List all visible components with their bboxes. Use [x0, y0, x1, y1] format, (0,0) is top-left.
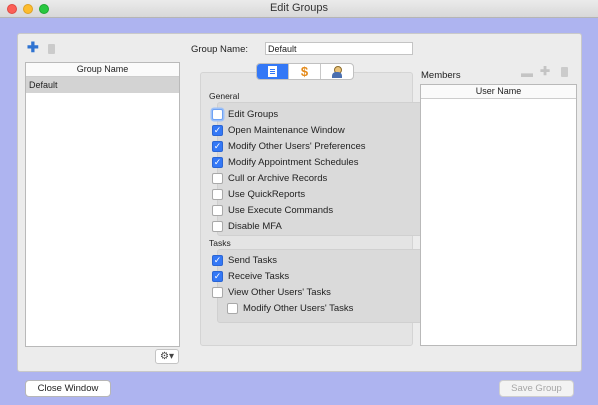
checkbox-label: Modify Appointment Schedules [228, 157, 359, 168]
checkbox-label: Cull or Archive Records [228, 173, 328, 184]
checkbox-cull-or-archive-records[interactable]: Cull or Archive Records [212, 173, 327, 184]
checkbox-modify-appointment-schedules[interactable]: ✓ Modify Appointment Schedules [212, 157, 358, 168]
checkbox-modify-other-users-tasks[interactable]: Modify Other Users' Tasks [227, 303, 353, 314]
group-name-label: Group Name: [191, 44, 249, 55]
checkbox-disable-mfa[interactable]: Disable MFA [212, 221, 282, 232]
close-window-button[interactable]: Close Window [25, 380, 111, 397]
checkmark-icon[interactable]: ✓ [212, 157, 223, 168]
user-name-column-header[interactable]: User Name [421, 85, 576, 99]
members-list[interactable]: User Name [420, 84, 577, 346]
checkbox-box[interactable] [212, 189, 223, 200]
checkbox-label: View Other Users' Tasks [228, 287, 331, 298]
checkbox-send-tasks[interactable]: ✓ Send Tasks [212, 255, 277, 266]
checkbox-box[interactable] [212, 205, 223, 216]
checkmark-icon[interactable]: ✓ [212, 271, 223, 282]
permission-tabs: $ [256, 63, 354, 80]
tab-users[interactable] [321, 64, 353, 79]
checkbox-box[interactable] [227, 303, 238, 314]
members-title: Members [421, 70, 461, 81]
gear-icon[interactable]: ⚙▾ [155, 349, 179, 364]
checkbox-label: Disable MFA [228, 221, 282, 232]
checkbox-open-maintenance-window[interactable]: ✓ Open Maintenance Window [212, 125, 345, 136]
checkbox-label: Edit Groups [228, 109, 279, 120]
title-bar: Edit Groups [0, 0, 598, 18]
checkbox-box[interactable] [212, 221, 223, 232]
checkbox-label: Modify Other Users' Tasks [243, 303, 354, 314]
group-name-column-header[interactable]: Group Name [26, 63, 179, 77]
group-row-default[interactable]: Default [26, 77, 179, 93]
checkbox-label: Modify Other Users' Preferences [228, 141, 366, 152]
tasks-section-title: Tasks [209, 238, 231, 248]
add-member-plus-icon[interactable]: ✚ [540, 64, 550, 78]
checkbox-view-other-users-tasks[interactable]: View Other Users' Tasks [212, 287, 331, 298]
checkbox-label: Receive Tasks [228, 271, 290, 282]
document-icon [268, 66, 277, 77]
checkbox-box[interactable] [212, 287, 223, 298]
edit-groups-window: ✚ Group Name Default ⚙▾ Group Name: Defa… [17, 33, 582, 372]
checkbox-box[interactable] [212, 109, 223, 120]
checkbox-modify-other-users-preferences[interactable]: ✓ Modify Other Users' Preferences [212, 141, 366, 152]
checkbox-label: Use Execute Commands [228, 205, 334, 216]
checkbox-label: Send Tasks [228, 255, 277, 266]
trash-icon[interactable] [48, 42, 55, 56]
chat-icon[interactable]: ▬ [521, 66, 533, 80]
checkbox-use-quickreports[interactable]: Use QuickReports [212, 189, 305, 200]
checkbox-label: Open Maintenance Window [228, 125, 345, 136]
dollar-icon: $ [300, 64, 309, 79]
checkmark-icon[interactable]: ✓ [212, 255, 223, 266]
checkmark-icon[interactable]: ✓ [212, 125, 223, 136]
group-name-field[interactable]: Default [265, 42, 413, 55]
checkbox-edit-groups[interactable]: Edit Groups [212, 109, 278, 120]
checkbox-receive-tasks[interactable]: ✓ Receive Tasks [212, 271, 289, 282]
window-title: Edit Groups [269, 2, 329, 14]
person-icon [332, 65, 342, 78]
checkmark-icon[interactable]: ✓ [212, 141, 223, 152]
groups-list[interactable]: Group Name Default [25, 62, 180, 347]
tab-general[interactable] [257, 64, 289, 79]
checkbox-use-execute-commands[interactable]: Use Execute Commands [212, 205, 333, 216]
save-group-button[interactable]: Save Group [499, 380, 574, 397]
general-section-title: General [209, 91, 240, 101]
checkbox-box[interactable] [212, 173, 223, 184]
tab-billing[interactable]: $ [289, 64, 321, 79]
checkbox-label: Use QuickReports [228, 189, 306, 200]
remove-member-trash-icon[interactable] [561, 66, 568, 80]
plus-icon[interactable]: ✚ [27, 40, 39, 54]
